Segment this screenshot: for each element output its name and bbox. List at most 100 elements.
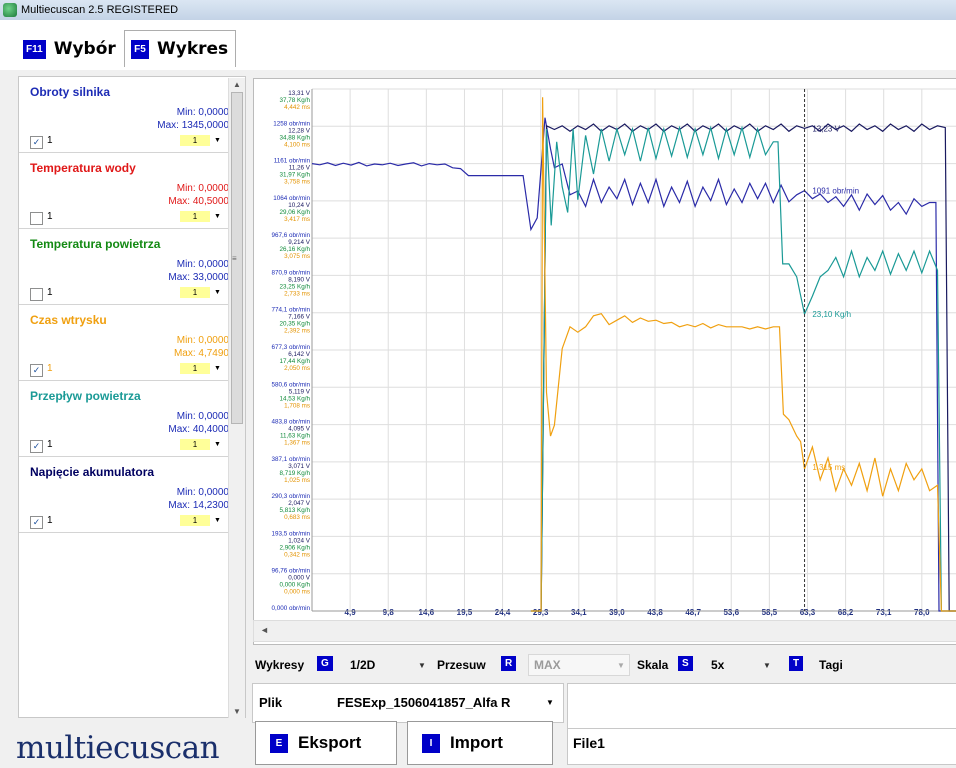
y-tick-label: 29,06 Kg/h bbox=[280, 209, 311, 216]
y-tick-label: 677,3 obr/min bbox=[271, 344, 310, 351]
parameter-item[interactable]: Przepływ powietrza Min: 0,0000 Max: 40,400… bbox=[19, 381, 245, 457]
y-tick-label: 37,78 Kg/h bbox=[280, 97, 311, 104]
y-tick-label: 4,442 ms bbox=[284, 104, 310, 111]
tab-wybor[interactable]: F11 Wybór bbox=[17, 32, 119, 66]
parameter-max: Max: 4,7490 bbox=[173, 348, 229, 359]
tab-wybor-label: Wybór bbox=[53, 39, 116, 59]
parameter-item[interactable]: Czas wtrysku Min: 0,0000 Max: 4,7490 ✓ 1 1 ▼ bbox=[19, 305, 245, 381]
parameter-min: Min: 0,0000 bbox=[176, 335, 229, 346]
y-tick-label: 4,100 ms bbox=[284, 141, 310, 148]
parameter-item[interactable]: Napięcie akumulatora Min: 0,0000 Max: 14,2… bbox=[19, 457, 245, 533]
parameter-item[interactable]: Obroty silnika Min: 0,0000 Max: 1345,0000 ✓… bbox=[19, 77, 245, 153]
przesuw-dropdown-icon[interactable]: ▼ bbox=[617, 661, 625, 670]
parameter-axis-select[interactable]: 1 bbox=[180, 135, 210, 146]
x-tick-label: 34,1 bbox=[571, 608, 587, 617]
wykresy-select[interactable]: 1/2D bbox=[350, 658, 375, 672]
cursor-value-label: 23,10 Kg/h bbox=[812, 310, 851, 319]
parameter-axis-select[interactable]: 1 bbox=[180, 439, 210, 450]
parameter-name: Przepływ powietrza bbox=[30, 389, 141, 403]
przesuw-label: Przesuw bbox=[437, 658, 486, 672]
chevron-down-icon[interactable]: ▼ bbox=[212, 287, 223, 298]
scroll-left-icon[interactable]: ◄ bbox=[260, 625, 269, 635]
y-tick-label: 34,88 Kg/h bbox=[280, 134, 311, 141]
x-tick-label: 48,7 bbox=[685, 608, 701, 617]
shortcut-key-g: G bbox=[317, 656, 333, 671]
plik-dropdown-icon[interactable]: ▼ bbox=[546, 698, 554, 707]
shortcut-key-f11: F11 bbox=[23, 39, 46, 59]
shortcut-key-f5: F5 bbox=[131, 39, 149, 59]
y-tick-label: 2,733 ms bbox=[284, 290, 310, 297]
parameter-checkbox[interactable]: ✓ bbox=[30, 364, 43, 377]
scroll-up-icon[interactable]: ▲ bbox=[233, 80, 241, 89]
chevron-down-icon[interactable]: ▼ bbox=[212, 439, 223, 450]
y-tick-label: 967,6 obr/min bbox=[271, 232, 310, 239]
y-tick-label: 3,417 ms bbox=[284, 216, 310, 223]
shortcut-key-t: T bbox=[789, 656, 804, 671]
parameter-number: 1 bbox=[47, 439, 53, 450]
parameter-name: Temperatura wody bbox=[30, 161, 136, 175]
series-line-inj bbox=[530, 97, 956, 612]
y-tick-label: 11,63 Kg/h bbox=[280, 433, 310, 440]
parameter-axis-select[interactable]: 1 bbox=[180, 363, 210, 374]
tab-wykres[interactable]: F5 Wykres bbox=[124, 30, 236, 67]
przesuw-value: MAX bbox=[534, 658, 561, 672]
line-chart: 13,31 V37,78 Kg/h4,442 ms 1258 obr/min12,… bbox=[271, 88, 956, 617]
parameter-number: 1 bbox=[47, 211, 53, 222]
y-tick-label: 0,000 obr/min bbox=[271, 605, 310, 612]
parameter-name: Czas wtrysku bbox=[30, 313, 107, 327]
parameter-name: Obroty silnika bbox=[30, 85, 111, 99]
eksport-button[interactable]: E Eksport bbox=[255, 721, 397, 765]
parameter-checkbox[interactable]: ✓ bbox=[30, 136, 43, 149]
y-tick-label: 2,906 Kg/h bbox=[280, 544, 311, 551]
y-tick-label: 23,25 Kg/h bbox=[280, 283, 311, 290]
import-button[interactable]: I Import bbox=[407, 721, 553, 765]
chart-area[interactable]: 13,31 V 37,78 Kg/h 4,442 ms 1258 obr/min 12,… bbox=[253, 78, 956, 645]
tab-bar: F11 Wybór F5 Wykres bbox=[0, 20, 956, 70]
import-label: Import bbox=[450, 733, 503, 752]
y-tick-label: 6,142 V bbox=[288, 351, 311, 358]
y-tick-label: 0,342 ms bbox=[284, 551, 310, 558]
chevron-down-icon[interactable]: ▼ bbox=[212, 515, 223, 526]
parameter-max: Max: 40,4000 bbox=[168, 424, 229, 435]
chart-horizontal-scrollbar[interactable]: ◄ bbox=[253, 620, 956, 642]
parameter-axis-select[interactable]: 1 bbox=[180, 287, 210, 298]
y-tick-label: 12,28 V bbox=[288, 127, 311, 134]
parameter-item[interactable]: Temperatura powietrza Min: 0,0000 Max: 33,… bbox=[19, 229, 245, 305]
y-tick-label: 1,367 ms bbox=[284, 440, 310, 447]
parameter-list: Obroty silnika Min: 0,0000 Max: 1345,0000 ✓… bbox=[18, 76, 246, 718]
y-tick-label: 10,24 V bbox=[288, 202, 311, 209]
x-tick-label: 9,8 bbox=[383, 608, 395, 617]
parameter-name: Napięcie akumulatora bbox=[30, 465, 155, 479]
wykresy-dropdown-icon[interactable]: ▼ bbox=[418, 661, 426, 670]
chevron-down-icon[interactable]: ▼ bbox=[212, 211, 223, 222]
skala-dropdown-icon[interactable]: ▼ bbox=[763, 661, 771, 670]
eksport-label: Eksport bbox=[298, 733, 362, 752]
parameter-number: 1 bbox=[47, 363, 53, 374]
file-name-field[interactable]: File1 bbox=[568, 728, 956, 763]
cursor-value-label: 1,315 ms bbox=[812, 463, 845, 472]
y-tick-label: 11,26 V bbox=[289, 165, 311, 172]
shortcut-key-i: I bbox=[422, 733, 440, 753]
chevron-down-icon[interactable]: ▼ bbox=[212, 363, 223, 374]
file-selector[interactable]: Plik FESExp_1506041857_Alfa R ▼ bbox=[252, 683, 564, 723]
parameter-checkbox[interactable] bbox=[30, 288, 43, 301]
scroll-down-icon[interactable]: ▼ bbox=[233, 707, 241, 716]
x-tick-label: 14,6 bbox=[419, 608, 435, 617]
parameter-min: Min: 0,0000 bbox=[176, 183, 229, 194]
parameter-min: Min: 0,0000 bbox=[176, 487, 229, 498]
parameter-item[interactable]: Temperatura wody Min: 0,0000 Max: 40,5000 1… bbox=[19, 153, 245, 229]
tagi-toggle[interactable]: Tagi bbox=[819, 658, 843, 672]
parameter-checkbox[interactable]: ✓ bbox=[30, 516, 43, 529]
x-tick-label: 58,5 bbox=[762, 608, 778, 617]
parameter-checkbox[interactable] bbox=[30, 212, 43, 225]
parameter-list-scrollbar[interactable]: ▲ ≡ ▼ bbox=[228, 78, 245, 718]
y-tick-label: 3,075 ms bbox=[284, 253, 310, 260]
parameter-axis-select[interactable]: 1 bbox=[180, 515, 210, 526]
y-tick-label: 9,214 V bbox=[288, 239, 311, 246]
parameter-checkbox[interactable]: ✓ bbox=[30, 440, 43, 453]
skala-select[interactable]: 5x bbox=[711, 658, 724, 672]
chevron-down-icon[interactable]: ▼ bbox=[212, 135, 223, 146]
parameter-axis-select[interactable]: 1 bbox=[180, 211, 210, 222]
y-tick-label: 20,35 Kg/h bbox=[280, 321, 311, 328]
y-tick-label: 5,813 Kg/h bbox=[280, 507, 311, 514]
